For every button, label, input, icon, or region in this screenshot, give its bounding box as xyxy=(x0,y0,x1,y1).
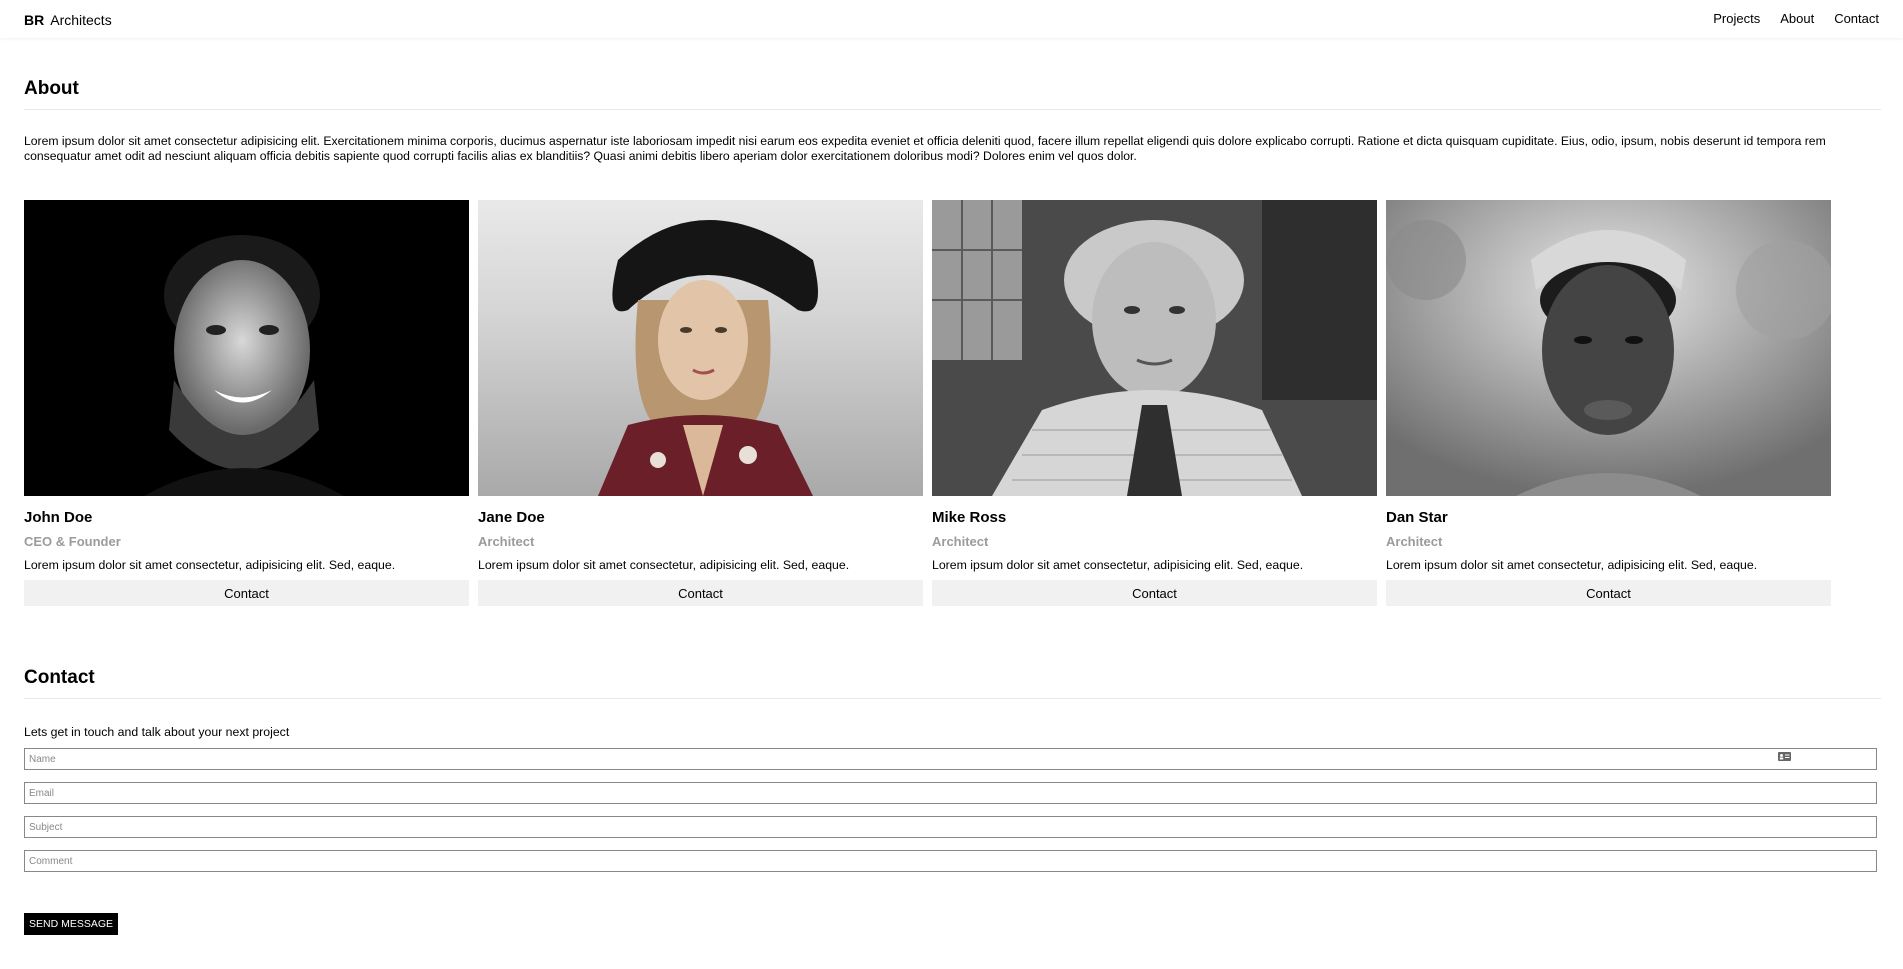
member-role: CEO & Founder xyxy=(24,534,121,549)
member-role: Architect xyxy=(478,534,535,549)
about-heading: About xyxy=(24,78,79,99)
team-photo-jane-doe xyxy=(478,200,923,496)
member-description: Lorem ipsum dolor sit amet consectetur, … xyxy=(24,558,396,572)
email-input[interactable] xyxy=(24,782,1877,804)
contact-member-button[interactable]: Contact xyxy=(932,580,1377,606)
team-photo-john-doe xyxy=(24,200,469,496)
team-photo-dan-star xyxy=(1386,200,1831,496)
send-message-button[interactable]: SEND MESSAGE xyxy=(24,913,119,935)
team-card: Mike Ross Architect Lorem ipsum dolor si… xyxy=(932,200,1377,606)
nav-link-projects[interactable]: Projects xyxy=(1713,11,1760,26)
about-divider xyxy=(24,109,1881,110)
team-grid: John Doe CEO & Founder Lorem ipsum dolor… xyxy=(24,200,1831,606)
member-role: Architect xyxy=(1386,534,1443,549)
contact-member-button[interactable]: Contact xyxy=(1386,580,1831,606)
brand-name: Architects xyxy=(50,12,112,28)
contact-card-icon[interactable] xyxy=(1778,752,1791,761)
member-description: Lorem ipsum dolor sit amet consectetur, … xyxy=(932,558,1304,572)
comment-input[interactable] xyxy=(24,850,1877,872)
subject-input[interactable] xyxy=(24,816,1877,838)
nav-link-contact[interactable]: Contact xyxy=(1834,11,1879,26)
team-photo-mike-ross xyxy=(932,200,1377,496)
bottom-image-strip xyxy=(24,963,1879,969)
member-name: Dan Star xyxy=(1386,509,1448,526)
nav-links: Projects About Contact xyxy=(1713,11,1879,26)
member-name: Mike Ross xyxy=(932,509,1007,526)
about-paragraph: Lorem ipsum dolor sit amet consectetur a… xyxy=(24,134,1826,163)
team-card: John Doe CEO & Founder Lorem ipsum dolor… xyxy=(24,200,469,606)
member-role: Architect xyxy=(932,534,989,549)
member-description: Lorem ipsum dolor sit amet consectetur, … xyxy=(478,558,850,572)
brand-logo[interactable]: BR Architects xyxy=(24,12,112,28)
team-card: Dan Star Architect Lorem ipsum dolor sit… xyxy=(1386,200,1831,606)
contact-member-button[interactable]: Contact xyxy=(478,580,923,606)
nav-link-about[interactable]: About xyxy=(1780,11,1814,26)
contact-heading: Contact xyxy=(24,667,95,688)
top-navbar: BR Architects Projects About Contact xyxy=(0,0,1903,38)
team-card: Jane Doe Architect Lorem ipsum dolor sit… xyxy=(478,200,923,606)
contact-member-button[interactable]: Contact xyxy=(24,580,469,606)
contact-subtitle: Lets get in touch and talk about your ne… xyxy=(24,725,290,739)
name-input[interactable] xyxy=(24,748,1877,770)
member-name: Jane Doe xyxy=(478,509,545,526)
contact-divider xyxy=(24,698,1881,699)
member-name: John Doe xyxy=(24,509,93,526)
member-description: Lorem ipsum dolor sit amet consectetur, … xyxy=(1386,558,1758,572)
brand-initials: BR xyxy=(24,12,45,28)
